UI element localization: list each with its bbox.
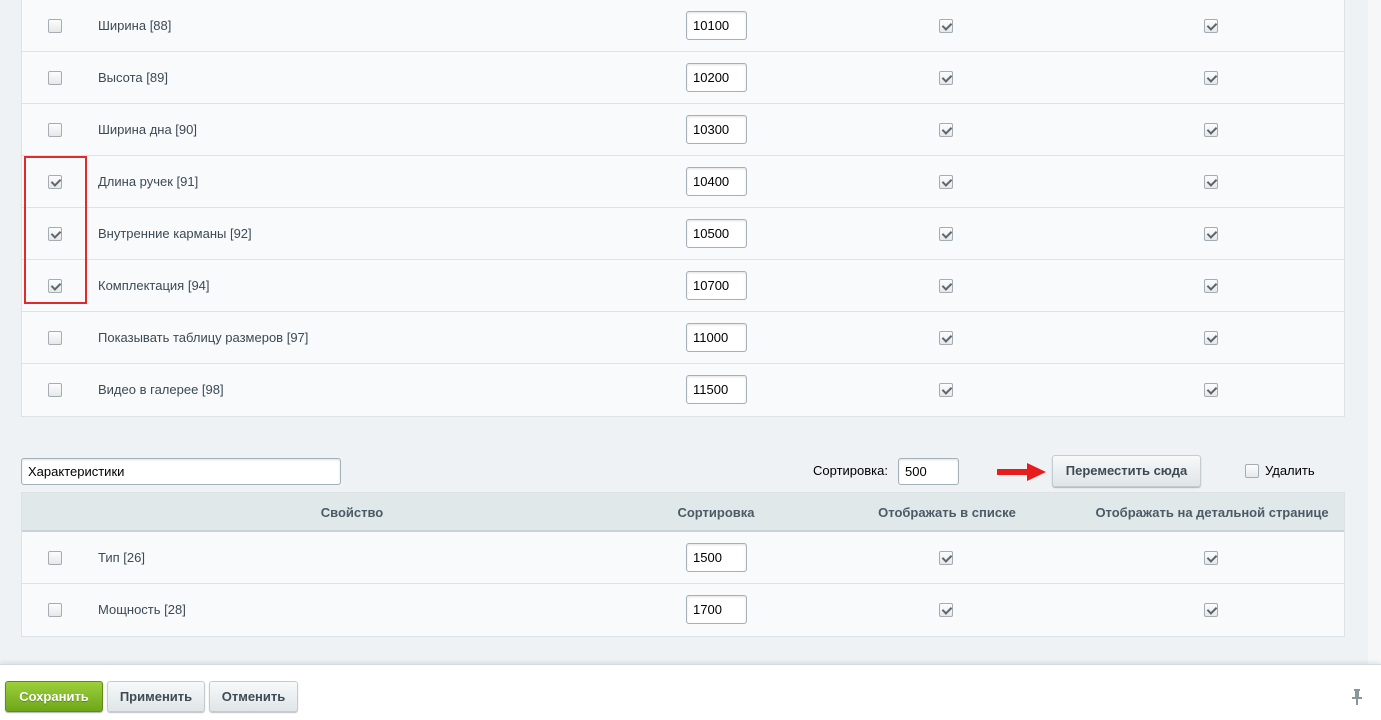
table-row: Высота [89] 10200 — [22, 52, 1344, 104]
sort-input[interactable]: 10700 — [686, 271, 747, 300]
show-in-detail-checkbox[interactable] — [1204, 123, 1218, 137]
row-select-checkbox[interactable] — [48, 383, 62, 397]
show-in-detail-checkbox[interactable] — [1204, 383, 1218, 397]
property-name: Видео в галерее [98] — [98, 382, 224, 397]
property-name: Показывать таблицу размеров [97] — [98, 330, 309, 345]
highlight-box — [24, 156, 87, 304]
table-header: Свойство Сортировка Отображать в списке … — [22, 493, 1344, 532]
property-name: Высота [89] — [98, 70, 168, 85]
row-select-checkbox[interactable] — [48, 123, 62, 137]
show-in-list-checkbox[interactable] — [939, 551, 953, 565]
sort-input[interactable]: 11000 — [686, 323, 747, 352]
section-sort-input[interactable]: 500 — [898, 458, 959, 485]
sort-input[interactable]: 10500 — [686, 219, 747, 248]
sort-input[interactable]: 10300 — [686, 115, 747, 144]
table-row: Внутренние карманы [92] 10500 — [22, 208, 1344, 260]
table-row: Комплектация [94] 10700 — [22, 260, 1344, 312]
row-select-checkbox[interactable] — [48, 331, 62, 345]
delete-section-checkbox[interactable] — [1245, 464, 1259, 478]
header-sort: Сортировка — [677, 505, 755, 520]
table-row: Показывать таблицу размеров [97] 11000 — [22, 312, 1344, 364]
section-sort-label: Сортировка: — [813, 463, 888, 478]
show-in-detail-checkbox[interactable] — [1204, 19, 1218, 33]
sort-input[interactable]: 10100 — [686, 11, 747, 40]
scrollbar-track[interactable] — [1368, 0, 1381, 664]
row-select-checkbox[interactable] — [48, 603, 62, 617]
show-in-list-checkbox[interactable] — [939, 123, 953, 137]
show-in-detail-checkbox[interactable] — [1204, 551, 1218, 565]
row-select-checkbox[interactable] — [48, 551, 62, 565]
show-in-list-checkbox[interactable] — [939, 279, 953, 293]
property-name: Мощность [28] — [98, 602, 186, 617]
header-show-in-list: Отображать в списке — [878, 505, 1016, 520]
table-row: Ширина [88] 10100 — [22, 0, 1344, 52]
show-in-detail-checkbox[interactable] — [1204, 603, 1218, 617]
table-row: Длина ручек [91] 10400 — [22, 156, 1344, 208]
show-in-list-checkbox[interactable] — [939, 175, 953, 189]
row-select-checkbox[interactable] — [48, 19, 62, 33]
table-row: Видео в галерее [98] 11500 — [22, 364, 1344, 416]
show-in-detail-checkbox[interactable] — [1204, 331, 1218, 345]
show-in-list-checkbox[interactable] — [939, 383, 953, 397]
properties-table: Ширина [88] 10100 Высота [89] 10200 Шири… — [21, 0, 1345, 417]
table-row: Тип [26] 1500 — [22, 532, 1344, 584]
section-name-input[interactable]: Характеристики — [21, 458, 341, 485]
show-in-list-checkbox[interactable] — [939, 603, 953, 617]
show-in-list-checkbox[interactable] — [939, 19, 953, 33]
pin-icon[interactable] — [1350, 689, 1364, 705]
red-arrow-icon — [997, 463, 1046, 481]
show-in-detail-checkbox[interactable] — [1204, 227, 1218, 241]
show-in-detail-checkbox[interactable] — [1204, 71, 1218, 85]
header-show-in-detail: Отображать на детальной странице — [1095, 505, 1329, 520]
property-name: Ширина [88] — [98, 18, 172, 33]
property-name: Длина ручек [91] — [98, 174, 199, 189]
delete-label: Удалить — [1265, 463, 1315, 478]
sort-input[interactable]: 10400 — [686, 167, 747, 196]
footer-toolbar: Сохранить Применить Отменить — [0, 664, 1381, 720]
show-in-detail-checkbox[interactable] — [1204, 175, 1218, 189]
sort-input[interactable]: 1500 — [686, 543, 747, 572]
move-here-button[interactable]: Переместить сюда — [1052, 455, 1201, 487]
sort-input[interactable]: 11500 — [686, 375, 747, 404]
content-area: Ширина [88] 10100 Высота [89] 10200 Шири… — [0, 0, 1368, 664]
cancel-button[interactable]: Отменить — [209, 681, 298, 712]
save-button[interactable]: Сохранить — [5, 681, 103, 712]
show-in-detail-checkbox[interactable] — [1204, 279, 1218, 293]
sort-input[interactable]: 10200 — [686, 63, 747, 92]
property-name: Внутренние карманы [92] — [98, 226, 252, 241]
property-name: Комплектация [94] — [98, 278, 210, 293]
apply-button[interactable]: Применить — [107, 681, 205, 712]
section-properties-table: Свойство Сортировка Отображать в списке … — [21, 492, 1345, 637]
property-name: Ширина дна [90] — [98, 122, 197, 137]
show-in-list-checkbox[interactable] — [939, 71, 953, 85]
header-property: Свойство — [320, 505, 384, 520]
table-row: Мощность [28] 1700 — [22, 584, 1344, 636]
property-name: Тип [26] — [98, 550, 145, 565]
row-select-checkbox[interactable] — [48, 71, 62, 85]
table-row: Ширина дна [90] 10300 — [22, 104, 1344, 156]
sort-input[interactable]: 1700 — [686, 595, 747, 624]
show-in-list-checkbox[interactable] — [939, 331, 953, 345]
show-in-list-checkbox[interactable] — [939, 227, 953, 241]
